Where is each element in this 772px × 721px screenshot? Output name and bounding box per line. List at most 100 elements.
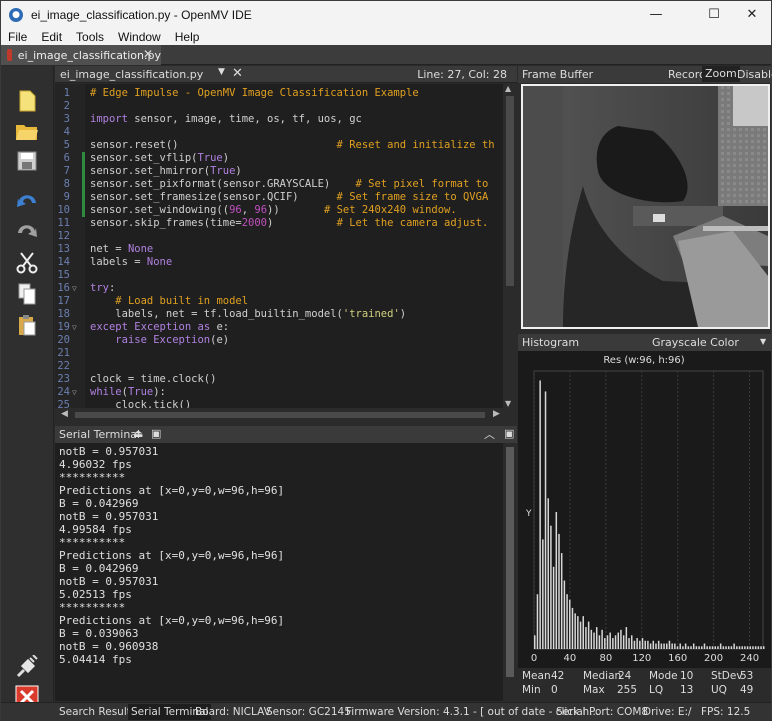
paste-icon[interactable] bbox=[14, 312, 40, 338]
fold-icon[interactable]: ▽ bbox=[72, 386, 77, 399]
menu-window[interactable]: Window bbox=[111, 30, 168, 44]
editor-hscroll-thumb[interactable] bbox=[75, 412, 485, 418]
save-icon[interactable] bbox=[14, 148, 40, 174]
x-tick-label: 120 bbox=[632, 653, 651, 664]
code-editor[interactable]: 1 # Edge Impulse - OpenMV Image Classific… bbox=[55, 84, 503, 408]
line-number: 10 bbox=[57, 204, 70, 216]
median-value: 24 bbox=[618, 670, 632, 682]
collapse-icon[interactable]: ︿ bbox=[484, 426, 495, 442]
scroll-left-icon[interactable]: ◀ bbox=[61, 409, 68, 419]
histogram-bar bbox=[671, 643, 673, 649]
histogram-bar bbox=[719, 643, 722, 649]
scroll-down-icon[interactable]: ▼ bbox=[505, 399, 511, 408]
menu-file[interactable]: File bbox=[1, 30, 34, 44]
search-results-tab[interactable]: Search Results bbox=[59, 706, 136, 718]
ide-window: ● ei_image_classification.py - OpenMV ID… bbox=[0, 0, 772, 721]
code-line: 19 ▽ except Exception as e: bbox=[55, 321, 503, 334]
terminal-line: notB = 0.957031 bbox=[59, 575, 159, 588]
editor-vertical-scrollbar[interactable]: ▲ ▼ bbox=[503, 84, 517, 408]
cursor-position: Line: 27, Col: 28 bbox=[417, 68, 507, 81]
new-file-icon[interactable] bbox=[14, 88, 40, 114]
stdev-label: StDev bbox=[711, 670, 743, 682]
close-tab-icon[interactable]: ✕ bbox=[143, 47, 153, 61]
histogram-bar bbox=[585, 627, 587, 649]
connect-icon[interactable] bbox=[14, 654, 40, 680]
histogram-bar bbox=[725, 646, 727, 649]
fold-icon[interactable]: ▽ bbox=[72, 321, 77, 334]
histogram-bar bbox=[711, 646, 714, 649]
scroll-right-icon[interactable]: ▶ bbox=[493, 409, 500, 419]
histogram-bar bbox=[695, 646, 698, 649]
line-number: 11 bbox=[57, 217, 70, 229]
code-text: clock.tick() bbox=[90, 399, 192, 408]
histogram-bar bbox=[582, 616, 584, 649]
min-label: Min bbox=[522, 684, 541, 696]
save-log-icon[interactable]: ▣ bbox=[151, 427, 161, 440]
chevron-down-icon[interactable]: ▼ bbox=[760, 337, 766, 346]
histogram-bar bbox=[666, 643, 668, 649]
editor-filename[interactable]: ei_image_classification.py bbox=[60, 68, 203, 81]
file-tab[interactable]: ei_image_classification.py ✕ bbox=[1, 45, 161, 65]
close-editor-icon[interactable]: ✕ bbox=[232, 66, 243, 81]
code-text: # Load built in model bbox=[115, 295, 249, 307]
code-line: 5 sensor.reset() # Reset and initialize t… bbox=[55, 139, 503, 152]
scroll-up-icon[interactable]: ▲ bbox=[505, 84, 511, 93]
histogram-title: Histogram bbox=[522, 336, 580, 349]
status-bar: Search Results Serial Terminal Board: NI… bbox=[1, 702, 771, 721]
code-text: sensor.skip_frames(time=2000) # Let the … bbox=[90, 217, 489, 229]
editor-scroll-thumb[interactable] bbox=[506, 96, 514, 286]
histogram-bar bbox=[657, 640, 660, 649]
zoom-button[interactable]: Zoom bbox=[702, 66, 740, 82]
terminal-scrollbar[interactable] bbox=[503, 443, 517, 701]
histogram-bar bbox=[684, 643, 687, 649]
histogram-y-label: Y bbox=[525, 509, 532, 519]
line-number: 19 bbox=[57, 321, 70, 333]
histogram-panel: Res (w:96, h:96) Y 0 40 80 120 160 200 240 bbox=[518, 351, 771, 669]
undock-icon[interactable]: ▣ bbox=[504, 427, 514, 440]
line-number: 22 bbox=[57, 360, 70, 372]
line-number: 25 bbox=[57, 399, 70, 408]
menu-help[interactable]: Help bbox=[168, 30, 207, 44]
redo-icon[interactable] bbox=[14, 218, 40, 244]
fps-info: FPS: 12.5 bbox=[701, 706, 751, 718]
x-tick-label: 240 bbox=[740, 653, 759, 664]
terminal-line: Predictions at [x=0,y=0,w=96,h=96] bbox=[59, 614, 285, 627]
histogram-bar bbox=[620, 629, 622, 649]
close-window-button[interactable]: ✕ bbox=[729, 1, 772, 28]
copy-icon[interactable] bbox=[14, 281, 40, 307]
clear-terminal-icon[interactable]: ⏏ bbox=[133, 427, 143, 440]
serial-terminal-output[interactable]: notB = 0.957031 4.96032 fps ********** Pred… bbox=[55, 443, 503, 701]
undo-icon[interactable] bbox=[14, 188, 40, 214]
terminal-line: Predictions at [x=0,y=0,w=96,h=96] bbox=[59, 549, 285, 562]
code-line: 8 sensor.set_pixformat(sensor.GRAYSCALE) … bbox=[55, 178, 503, 191]
x-tick-label: 160 bbox=[668, 653, 687, 664]
minimize-button[interactable]: — bbox=[633, 1, 679, 28]
cut-icon[interactable] bbox=[14, 250, 40, 276]
code-line: 23 clock = time.clock() bbox=[55, 373, 503, 386]
line-number: 24 bbox=[57, 386, 70, 398]
fold-icon[interactable]: ▽ bbox=[72, 282, 77, 295]
histogram-bar bbox=[566, 594, 568, 649]
code-text: sensor.set_windowing((96, 96)) # Set 240… bbox=[90, 204, 457, 216]
open-folder-icon[interactable] bbox=[14, 118, 40, 144]
chevron-down-icon[interactable]: ▼ bbox=[218, 67, 225, 77]
terminal-line: ********** bbox=[59, 536, 126, 549]
code-line: 7 sensor.set_hmirror(True) bbox=[55, 165, 503, 178]
menu-tools[interactable]: Tools bbox=[69, 30, 111, 44]
terminal-line: notB = 0.957031 bbox=[59, 510, 159, 523]
code-line: 20 raise Exception(e) bbox=[55, 334, 503, 347]
terminal-scroll-thumb[interactable] bbox=[506, 447, 514, 677]
histogram-bar bbox=[547, 498, 549, 649]
disable-button[interactable]: Disable bbox=[737, 68, 772, 81]
record-button[interactable]: Record bbox=[668, 68, 706, 81]
histogram-bar bbox=[668, 640, 671, 649]
min-value: 0 bbox=[551, 684, 558, 696]
histogram-header: Histogram Grayscale Color Space ▼ bbox=[518, 334, 771, 362]
menu-edit[interactable]: Edit bbox=[34, 30, 69, 44]
histogram-bar bbox=[558, 533, 560, 649]
editor-horizontal-scrollbar[interactable]: ◀ ▶ bbox=[55, 408, 517, 422]
code-line: 17 # Load built in model bbox=[55, 295, 503, 308]
line-number: 1 bbox=[63, 87, 70, 99]
serial-port-info: Serial Port: COM8 bbox=[556, 706, 649, 718]
code-line: 3 import sensor, image, time, os, tf, uos… bbox=[55, 113, 503, 126]
